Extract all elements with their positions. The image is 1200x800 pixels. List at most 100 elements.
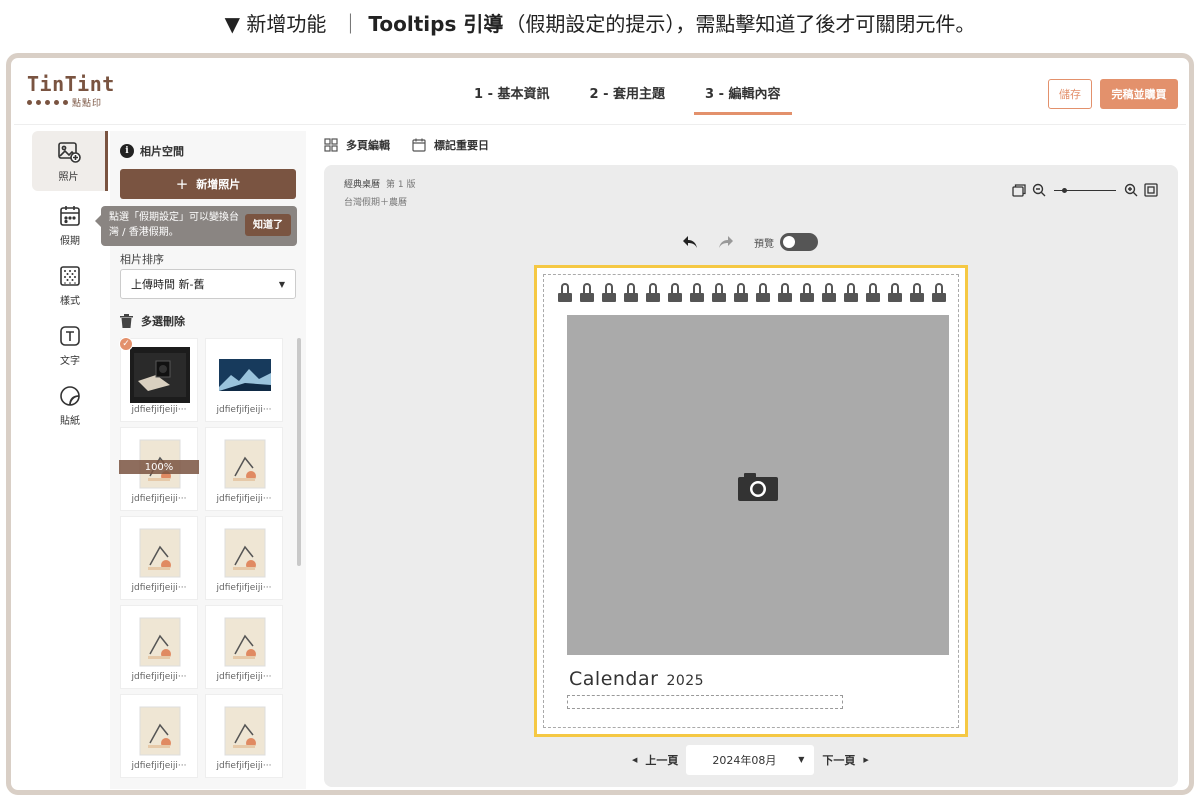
sidebar-item-label: 貼紙 [60,415,80,427]
caption-separator: ｜ [340,11,361,36]
sidebar-item-label: 樣式 [60,295,80,307]
photo-image [139,528,181,578]
binding-ring [602,283,616,305]
photo-thumb[interactable]: jdfiefjifjeiji··· [205,694,283,778]
step-tabs: 1 - 基本資訊 2 - 套用主題 3 - 編輯內容 [454,75,801,115]
mark-date-label: 標記重要日 [434,139,489,152]
logo[interactable]: TinTint 點點印 [27,74,117,110]
photo-thumb[interactable]: 100% jdfiefjifjeiji··· [119,427,199,511]
binding-ring [800,283,814,305]
zoom-controls [1012,183,1158,197]
binding-ring [668,283,682,305]
zoom-out-icon[interactable] [1032,183,1046,197]
preview-toggle[interactable] [780,233,818,251]
check-icon: ✓ [119,337,133,351]
sidebar-item-text[interactable]: 文字 [32,315,108,375]
text-icon [60,325,80,346]
history-row: 預覽 [682,233,818,251]
panel-title: i 相片空間 [120,143,184,159]
save-button[interactable]: 儲存 [1048,79,1092,109]
finish-and-buy-button[interactable]: 完稿並購買 [1100,79,1178,109]
photo-filename: jdfiefjifjeiji··· [216,405,272,415]
binding-ring [646,283,660,305]
calendar-icon [60,205,80,226]
binding-ring [888,283,902,305]
photo-thumb[interactable]: jdfiefjifjeiji··· [205,427,283,511]
photo-image [224,439,266,489]
photo-thumb[interactable]: jdfiefjifjeiji··· [205,605,283,689]
holiday-tooltip: 點選「假期設定」可以變換台灣 / 香港假期。 知道了 [95,206,297,246]
zoom-slider-knob[interactable] [1062,188,1067,193]
binding-ring [690,283,704,305]
sidebar-item-photos[interactable]: 照片 [32,131,108,191]
redo-icon[interactable] [718,235,734,249]
sidebar-item-label: 照片 [58,171,79,183]
calendar-page[interactable]: Calendar 2025 [534,265,968,737]
sort-label: 相片排序 [120,253,164,266]
binding-ring [778,283,792,305]
layers-icon[interactable] [1012,183,1026,197]
tab-step-3[interactable]: 3 - 編輯內容 [694,75,792,115]
add-photo-button[interactable]: + 新增照片 [120,169,296,199]
binding-rings [558,283,946,305]
sort-select[interactable]: 上傳時間 新-舊 ▼ [120,269,296,299]
zoom-slider[interactable] [1054,183,1116,197]
sidebar-item-label: 文字 [60,355,80,367]
calendar-text-box[interactable] [567,695,843,709]
binding-ring [844,283,858,305]
binding-ring [558,283,572,305]
grid-icon [324,138,338,152]
photo-image [224,528,266,578]
chevron-right-icon: ▶ [863,756,869,764]
calendar-year: 2025 [666,673,705,689]
multi-page-edit-label: 多頁編輯 [346,139,390,152]
photo-image [139,706,181,756]
photo-thumb[interactable]: jdfiefjifjeiji··· [205,338,283,422]
logo-dots [27,99,68,105]
next-page-button[interactable]: 下一頁 ▶ [822,752,876,768]
photo-thumb[interactable]: jdfiefjifjeiji··· [120,605,198,689]
photo-slot[interactable] [567,315,949,655]
photo-thumb[interactable]: jdfiefjifjeiji··· [120,694,198,778]
panel-scrollbar[interactable] [297,338,301,566]
photo-filename: jdfiefjifjeiji··· [131,583,187,593]
chevron-down-icon: ▼ [278,280,285,289]
sidebar-item-styles[interactable]: 樣式 [32,255,108,315]
binding-ring [734,283,748,305]
next-page-label: 下一頁 [822,754,856,767]
chevron-left-icon: ◀ [632,756,638,764]
sort-select-value: 上傳時間 新-舊 [131,278,205,291]
photo-filename: jdfiefjifjeiji··· [131,405,187,415]
mark-date-button[interactable]: 標記重要日 [412,137,489,153]
binding-ring [822,283,836,305]
page-navigator: ◀ 上一頁 2024年08月 ▼ 下一頁 ▶ [624,745,904,775]
calendar-icon [412,138,426,152]
prev-page-button[interactable]: ◀ 上一頁 [624,752,678,768]
tab-step-2[interactable]: 2 - 套用主題 [579,75,677,115]
tab-step-1[interactable]: 1 - 基本資訊 [463,75,561,115]
camera-icon [738,473,778,501]
zoom-in-icon[interactable] [1124,183,1138,197]
calendar-title[interactable]: Calendar 2025 [569,668,704,690]
sidebar-item-stickers[interactable]: 貼紙 [32,375,108,435]
undo-icon[interactable] [682,235,698,249]
info-icon[interactable]: i [120,144,134,158]
binding-ring [624,283,638,305]
page-safe-area: Calendar 2025 [543,274,959,728]
photo-thumb[interactable]: jdfiefjifjeiji··· [205,516,283,600]
photo-thumb[interactable]: ✓ jdfiefjifjeiji··· [119,337,198,422]
multi-delete-button[interactable]: 多選刪除 [120,313,185,329]
photo-thumb[interactable]: jdfiefjifjeiji··· [120,516,198,600]
template-version: 第 1 版 [386,180,416,190]
photo-filename: jdfiefjifjeiji··· [216,672,272,682]
binding-ring [712,283,726,305]
fullscreen-icon[interactable] [1144,183,1158,197]
month-select[interactable]: 2024年08月 ▼ [686,745,815,775]
caption-title: Tooltips 引導 [368,11,504,36]
tooltip-got-it-button[interactable]: 知道了 [245,214,291,236]
multi-page-edit-button[interactable]: 多頁編輯 [324,137,390,153]
photo-filename: jdfiefjifjeiji··· [216,761,272,771]
logo-subtext: 點點印 [72,98,103,109]
template-name: 經典桌曆 [344,180,381,190]
multi-delete-label: 多選刪除 [141,315,185,328]
